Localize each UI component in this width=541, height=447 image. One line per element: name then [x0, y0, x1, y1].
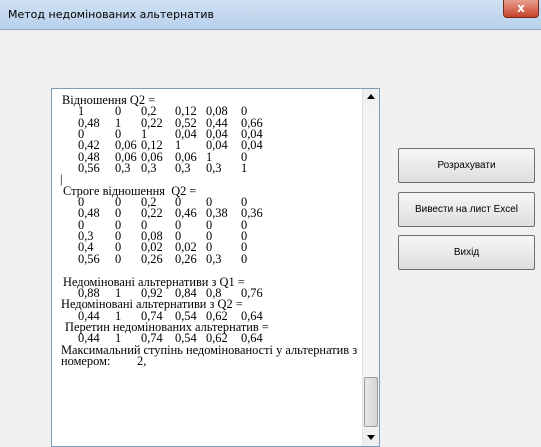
results-content: Відношення Q2 = 1 0 0,2 0,12 0,08 0 0,48 1 0,22 0…: [60, 94, 371, 368]
title-bar: Метод недомінованих альтернатив x: [0, 0, 541, 30]
scroll-down-button[interactable]: [363, 430, 379, 446]
value-cell: 0,26: [175, 251, 197, 266]
results-textbox[interactable]: Відношення Q2 = 1 0 0,2 0,12 0,08 0 0,48 1 0,22 0…: [51, 88, 380, 447]
exit-button[interactable]: Вихід: [398, 235, 535, 270]
export-excel-button[interactable]: Вивести на лист Excel: [398, 192, 535, 227]
dialog-client-area: Відношення Q2 = 1 0 0,2 0,12 0,08 0 0,48 1 0,22 0…: [8, 30, 535, 447]
scroll-thumb[interactable]: [364, 377, 378, 427]
calculate-button[interactable]: Розрахувати: [398, 148, 535, 183]
value-cell: 0: [241, 251, 248, 266]
value-cell: 0,3: [206, 161, 222, 176]
value-cell: 0: [115, 251, 122, 266]
max-degree-value: 2,: [137, 353, 147, 368]
close-button[interactable]: x: [503, 0, 539, 18]
value-cell: 0,3: [141, 161, 157, 176]
window-title: Метод недомінованих альтернатив: [8, 8, 215, 21]
value-cell: 0,3: [175, 161, 191, 176]
value-cell: 0,26: [141, 251, 163, 266]
arrow-up-icon: [367, 94, 375, 99]
value-cell: 0,3: [115, 161, 131, 176]
value-cell: 0,76: [241, 285, 263, 300]
arrow-down-icon: [367, 435, 375, 440]
value-cell: 1: [241, 161, 248, 176]
max-degree-label: номером:: [61, 353, 111, 368]
value-cell: 0,56: [78, 161, 100, 176]
close-icon: x: [517, 1, 525, 15]
strict-q2-matrix: 0 0 0,2 0 0 0 0,48 0 0,22 0,46 0,38 0,36 0 0 0 0 0 0 0,3 0 0…: [61, 196, 371, 266]
relation-q2-matrix: 1 0 0,2 0,12 0,08 0 0,48 1 0,22 0,52 0,44 0,66 0 0 1 0,…: [61, 105, 371, 176]
value-cell: 0,56: [78, 251, 100, 266]
scroll-up-button[interactable]: [363, 89, 379, 105]
vertical-scrollbar[interactable]: [362, 89, 379, 446]
value-cell: 0,3: [206, 251, 222, 266]
